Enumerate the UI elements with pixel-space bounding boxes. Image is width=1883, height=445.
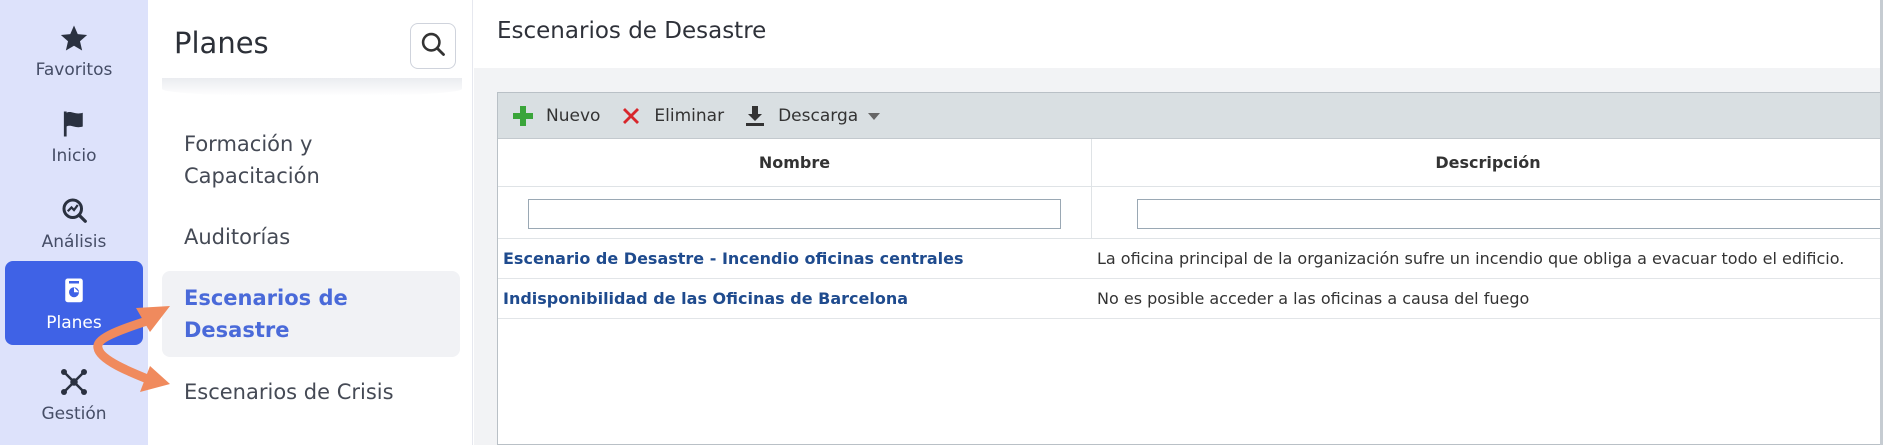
- chevron-down-icon[interactable]: [868, 106, 881, 125]
- download-button[interactable]: Descarga: [742, 103, 881, 129]
- new-button-label: Nuevo: [546, 105, 601, 126]
- row-name-link[interactable]: Indisponibilidad de las Oficinas de Barc…: [503, 289, 908, 308]
- nav-item-formacion[interactable]: Formación y Capacitación: [162, 128, 460, 192]
- data-grid: Nuevo Eliminar Descarga Nombre Descripci…: [497, 92, 1883, 445]
- plans-icon: [56, 273, 92, 309]
- icon-rail: Favoritos Inicio Análisis Planes Gestión: [0, 0, 148, 445]
- delete-button[interactable]: Eliminar: [618, 103, 724, 129]
- column-header-descripcion[interactable]: Descripción: [1092, 139, 1883, 187]
- app-window: Favoritos Inicio Análisis Planes Gestión: [0, 0, 1883, 445]
- plus-icon: [510, 103, 536, 129]
- nav-item-escenarios-desastre[interactable]: Escenarios de Desastre: [162, 271, 460, 357]
- rail-item-inicio[interactable]: Inicio: [5, 94, 143, 178]
- rail-label-planes: Planes: [46, 313, 102, 333]
- main-panel: Escenarios de Desastre Nuevo Eliminar De…: [474, 0, 1883, 445]
- flag-icon: [56, 106, 92, 142]
- new-button[interactable]: Nuevo: [510, 103, 600, 129]
- nav-item-escenarios-crisis[interactable]: Escenarios de Crisis: [162, 376, 460, 408]
- main-header: Escenarios de Desastre: [474, 0, 1883, 68]
- rail-label-analisis: Análisis: [41, 232, 107, 252]
- rail-label-gestion: Gestión: [41, 404, 107, 424]
- table-row[interactable]: Escenario de Desastre - Incendio oficina…: [498, 239, 1883, 279]
- row-name-link[interactable]: Escenario de Desastre - Incendio oficina…: [503, 249, 964, 268]
- rail-item-gestion[interactable]: Gestión: [5, 352, 143, 436]
- rail-label-favoritos: Favoritos: [35, 60, 113, 80]
- nav-item-auditorias[interactable]: Auditorías: [162, 221, 460, 253]
- download-button-label: Descarga: [778, 105, 859, 126]
- rail-item-favoritos[interactable]: Favoritos: [5, 8, 143, 92]
- search-button[interactable]: [410, 23, 456, 69]
- grid-toolbar: Nuevo Eliminar Descarga: [498, 93, 1883, 139]
- secondary-nav: Planes Formación y Capacitación Auditorí…: [148, 0, 473, 445]
- scroll-fade: [162, 78, 462, 96]
- delete-x-icon: [618, 103, 644, 129]
- download-icon: [742, 103, 768, 129]
- row-description: No es posible acceder a las oficinas a c…: [1097, 289, 1530, 308]
- main-body: Nuevo Eliminar Descarga Nombre Descripci…: [474, 68, 1883, 445]
- column-header-nombre[interactable]: Nombre: [498, 139, 1091, 187]
- filter-row: [498, 187, 1883, 239]
- rail-label-inicio: Inicio: [51, 146, 97, 166]
- network-icon: [56, 364, 92, 400]
- table-row[interactable]: Indisponibilidad de las Oficinas de Barc…: [498, 279, 1883, 319]
- analysis-icon: [56, 192, 92, 228]
- filter-nombre-input[interactable]: [528, 199, 1061, 229]
- page-title: Escenarios de Desastre: [497, 18, 767, 44]
- rail-item-planes[interactable]: Planes: [5, 261, 143, 345]
- subnav-title: Planes: [174, 26, 269, 60]
- rail-item-analisis[interactable]: Análisis: [5, 180, 143, 264]
- row-description: La oficina principal de la organización …: [1097, 249, 1845, 268]
- delete-button-label: Eliminar: [654, 105, 725, 126]
- star-icon: [56, 20, 92, 56]
- search-icon: [419, 30, 447, 62]
- filter-descripcion-input[interactable]: [1137, 199, 1883, 229]
